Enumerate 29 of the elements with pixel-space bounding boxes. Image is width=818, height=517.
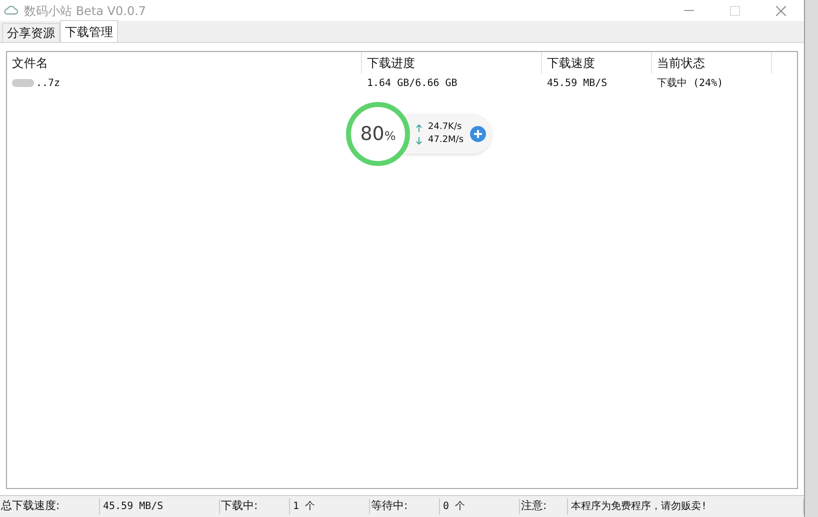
status-value: 1 个 <box>290 499 370 514</box>
table-cell-text: 45.59 MB/S <box>547 76 608 90</box>
column-header[interactable]: 当前状态 <box>652 52 772 74</box>
tab[interactable]: 分享资源 <box>2 23 60 42</box>
cloud-icon <box>4 5 18 16</box>
tab[interactable]: 下载管理 <box>60 20 118 42</box>
up-arrow-icon <box>416 124 422 132</box>
table-cell-text: 1.64 GB/6.66 GB <box>367 76 458 90</box>
status-label: 注意: <box>520 498 568 515</box>
upload-speed: 24.7K/s <box>428 121 462 134</box>
status-value: 0 个 <box>440 499 520 514</box>
close-icon <box>776 6 786 16</box>
table-row[interactable]: ..7z 1.64 GB/6.66 GB 45.59 MB/S 下载中 (24%) <box>7 74 797 92</box>
status-label: 下载中: <box>220 498 290 515</box>
table-cell-text: ..7z <box>36 76 60 90</box>
percent-text: 80% <box>360 122 396 147</box>
plus-icon[interactable] <box>470 126 486 142</box>
speed-widget[interactable]: 80% 24.7K/s 47.2M/s <box>346 102 492 166</box>
table-cell-text: 下载中 (24%) <box>657 76 724 90</box>
download-speed: 47.2M/s <box>428 134 464 147</box>
down-arrow-icon <box>416 136 422 144</box>
column-header[interactable]: 下载速度 <box>542 52 652 74</box>
column-header[interactable]: 文件名 <box>7 52 362 74</box>
status-label: 等待中: <box>370 498 440 515</box>
status-label: 总下载速度: <box>0 498 100 515</box>
blurred-placeholder <box>12 79 34 87</box>
status-value: 45.59 MB/S <box>100 499 220 514</box>
window-title: 数码小站 Beta V0.0.7 <box>24 2 146 20</box>
column-header[interactable]: 下载进度 <box>362 52 542 74</box>
